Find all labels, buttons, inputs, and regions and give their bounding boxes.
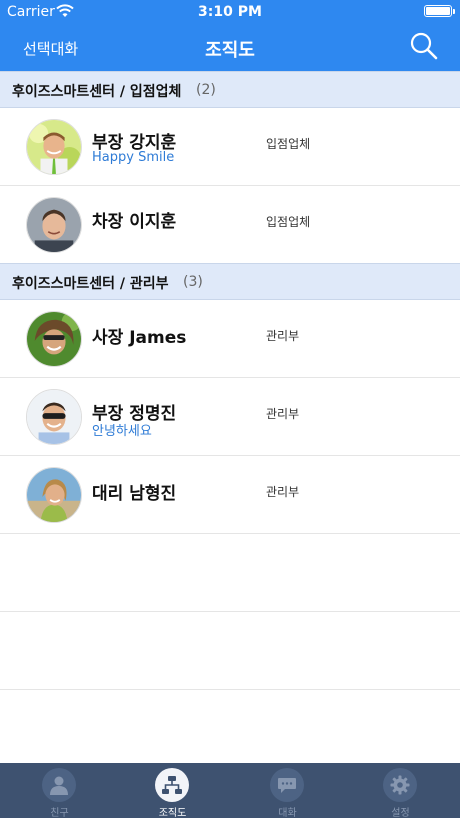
member-name: 대리 남형진 xyxy=(92,484,177,504)
tab-label: 설정 xyxy=(391,808,410,818)
member-status: Happy Smile xyxy=(92,150,175,165)
search-icon[interactable] xyxy=(410,32,438,60)
member-dept: 관리부 xyxy=(266,329,300,343)
tab-friends[interactable]: 친구 xyxy=(2,763,117,818)
avatar xyxy=(26,389,82,445)
member-name: 차장 이지훈 xyxy=(92,212,177,232)
avatar xyxy=(26,119,82,175)
clock: 3:10 PM xyxy=(198,4,262,20)
avatar xyxy=(26,311,82,367)
list-item[interactable]: 부장 강지훈 Happy Smile 입점업체 xyxy=(0,108,460,186)
section-count: (3) xyxy=(183,274,203,290)
gear-icon xyxy=(383,768,417,802)
list-item[interactable]: 부장 정명진 안녕하세요 관리부 xyxy=(0,378,460,456)
tab-org-chart[interactable]: 조직도 xyxy=(115,763,230,818)
avatar xyxy=(26,467,82,523)
list-item[interactable]: 차장 이지훈 입점업체 xyxy=(0,186,460,264)
section-header-management: 후이즈스마트센터 / 관리부 (3) xyxy=(0,263,460,300)
member-name: 사장 James xyxy=(92,328,187,348)
list-item[interactable]: 대리 남형진 관리부 xyxy=(0,456,460,534)
tab-bar: 친구 조직도 대화 설정 xyxy=(0,763,460,818)
tab-label: 친구 xyxy=(50,808,69,818)
section-count: (2) xyxy=(196,82,216,98)
empty-row xyxy=(0,612,460,690)
person-icon xyxy=(42,768,76,802)
member-status: 안녕하세요 xyxy=(92,424,152,439)
tab-settings[interactable]: 설정 xyxy=(343,763,458,818)
list-item[interactable]: 사장 James 관리부 xyxy=(0,300,460,378)
section-title: 후이즈스마트센터 / 입점업체 xyxy=(12,84,182,100)
member-dept: 관리부 xyxy=(266,485,300,499)
app-header: Carrier 3:10 PM 선택대화 조직도 xyxy=(0,0,460,71)
avatar xyxy=(26,197,82,253)
section-header-tenants: 후이즈스마트센터 / 입점업체 (2) xyxy=(0,71,460,108)
member-dept: 입점업체 xyxy=(266,137,311,151)
empty-row xyxy=(0,534,460,612)
battery-icon xyxy=(424,5,455,17)
member-dept: 입점업체 xyxy=(266,215,311,229)
status-bar: Carrier 3:10 PM xyxy=(0,0,460,24)
tab-chat[interactable]: 대화 xyxy=(230,763,345,818)
tab-label: 대화 xyxy=(278,808,297,818)
org-chart-icon xyxy=(155,768,189,802)
tab-label: 조직도 xyxy=(158,808,187,818)
page-title: 조직도 xyxy=(205,40,255,61)
member-dept: 관리부 xyxy=(266,407,300,421)
section-title: 후이즈스마트센터 / 관리부 xyxy=(12,276,169,292)
chat-icon xyxy=(270,768,304,802)
